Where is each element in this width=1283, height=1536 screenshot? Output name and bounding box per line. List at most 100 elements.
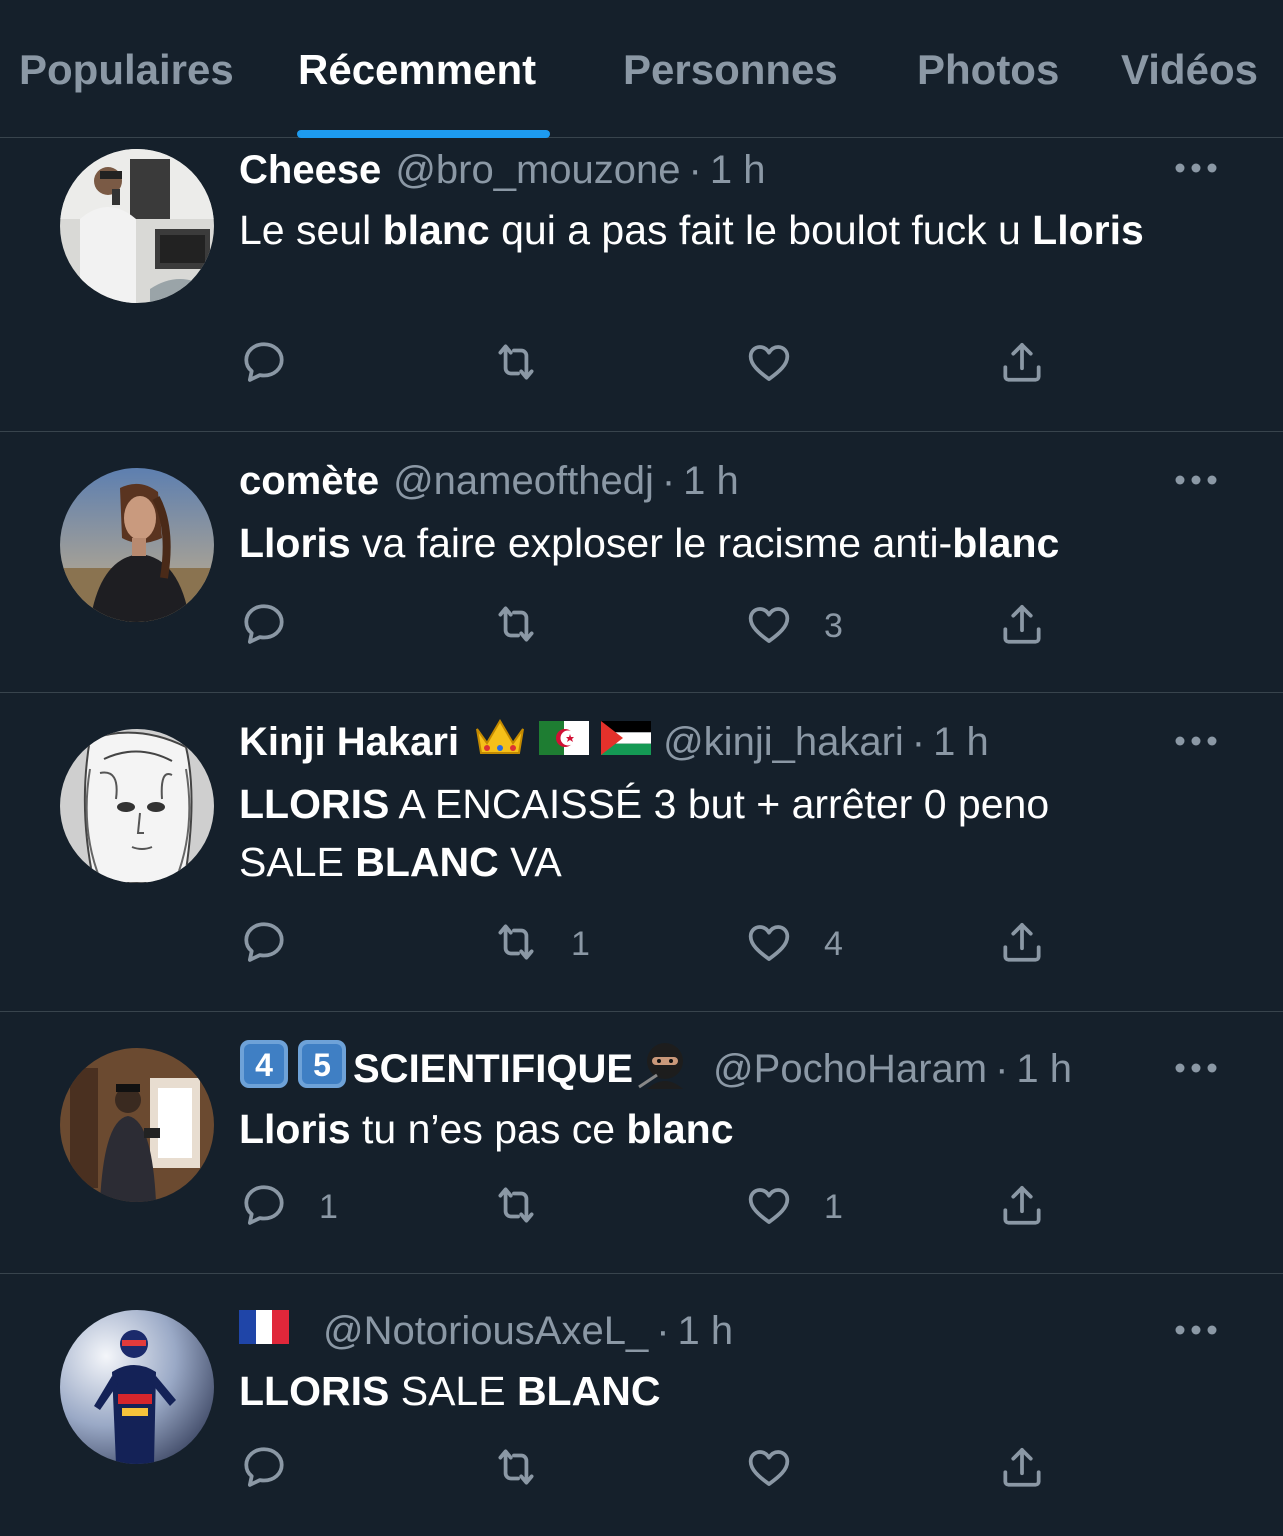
user-handle[interactable]: @PochoHaram (713, 1047, 987, 1092)
keycap-4-label: 4 (255, 1047, 273, 1083)
user-handle[interactable]: @NotoriousAxeL_ (323, 1309, 648, 1354)
like-button[interactable] (744, 1444, 824, 1494)
timestamp[interactable]: 1 h (1016, 1047, 1072, 1092)
retweet-button[interactable] (491, 1444, 571, 1494)
retweet-button[interactable] (491, 1182, 571, 1232)
timestamp[interactable]: 1 h (933, 720, 989, 765)
reply-button[interactable] (239, 339, 319, 389)
text-highlight: LLORIS (239, 1368, 390, 1414)
tweet-feed: Cheese @bro_mouzone · 1 h Le seul blanc … (0, 139, 1283, 1536)
reply-count: 1 (319, 1187, 338, 1226)
more-options-icon[interactable] (1173, 1320, 1219, 1340)
reply-button[interactable] (239, 601, 319, 651)
text-segment: qui a pas fait le boulot fuck u (489, 207, 1033, 253)
avatar[interactable] (60, 1048, 214, 1202)
more-options-icon[interactable] (1173, 158, 1219, 178)
text-highlight: Lloris (1032, 207, 1144, 253)
tweet[interactable]: Cheese @bro_mouzone · 1 h Le seul blanc … (0, 139, 1283, 432)
search-tab-bar: Populaires Récemment Personnes Photos Vi… (0, 0, 1283, 138)
share-icon (997, 599, 1047, 654)
retweet-button[interactable]: 1 (491, 919, 590, 969)
tweet[interactable]: Kinji Hakari @kinji_hakari · 1 h LLORIS … (0, 693, 1283, 1012)
timestamp[interactable]: 1 h (678, 1309, 734, 1354)
retweet-icon (491, 599, 541, 654)
tweet-header: comète @nameofthedj · 1 h (239, 456, 1223, 506)
tab-photos[interactable]: Photos (917, 46, 1059, 94)
user-handle[interactable]: @kinji_hakari (663, 720, 904, 765)
retweet-icon (491, 917, 541, 972)
share-icon (997, 917, 1047, 972)
text-segment: Le seul (239, 207, 383, 253)
timestamp[interactable]: 1 h (710, 148, 766, 193)
share-button[interactable] (997, 1182, 1047, 1232)
like-button[interactable] (744, 339, 824, 389)
like-button[interactable]: 3 (744, 601, 843, 651)
tweet[interactable]: 4 5 SCIENTIFIQUE @PochoHaram · 1 h Llori… (0, 1012, 1283, 1274)
tweet-actions: 3 (239, 601, 1139, 651)
like-button[interactable]: 1 (744, 1182, 843, 1232)
retweet-icon (491, 1442, 541, 1497)
text-segment: SALE (389, 1368, 517, 1414)
avatar[interactable] (60, 729, 214, 883)
share-button[interactable] (997, 601, 1047, 651)
retweet-button[interactable] (491, 339, 571, 389)
avatar[interactable] (60, 149, 214, 303)
reply-icon (239, 1442, 289, 1497)
keycap-4-icon: 4 (239, 1039, 289, 1099)
tweet-text: LLORIS A ENCAISSÉ 3 but + arrêter 0 peno… (239, 775, 1133, 891)
share-button[interactable] (997, 1444, 1047, 1494)
display-name[interactable]: comète (239, 459, 379, 504)
more-options-icon[interactable] (1173, 1058, 1219, 1078)
reply-icon (239, 1180, 289, 1235)
retweet-icon (491, 337, 541, 392)
tab-populaires[interactable]: Populaires (19, 46, 234, 94)
tweet-actions (239, 339, 1139, 389)
tweet[interactable]: @NotoriousAxeL_ · 1 h LLORIS SALE BLANC (0, 1274, 1283, 1536)
heart-icon (744, 337, 794, 392)
user-handle[interactable]: @nameofthedj (393, 459, 654, 504)
tab-videos[interactable]: Vidéos (1121, 46, 1258, 94)
share-icon (997, 1442, 1047, 1497)
retweet-count: 1 (571, 924, 590, 963)
tweet-text: LLORIS SALE BLANC (239, 1362, 1173, 1420)
tweet-header: Cheese @bro_mouzone · 1 h (239, 145, 1223, 195)
retweet-icon (491, 1180, 541, 1235)
like-button[interactable]: 4 (744, 919, 843, 969)
separator-dot: · (656, 1308, 670, 1353)
retweet-button[interactable] (491, 601, 571, 651)
display-name[interactable]: Cheese (239, 148, 381, 193)
more-options-icon[interactable] (1173, 731, 1219, 751)
share-icon (997, 337, 1047, 392)
tweet-text: Lloris va faire exploser le racisme anti… (239, 514, 1173, 572)
heart-icon (744, 1180, 794, 1235)
user-handle[interactable]: @bro_mouzone (395, 148, 680, 193)
reply-button[interactable] (239, 1444, 319, 1494)
text-highlight: LLORIS (239, 781, 390, 827)
avatar[interactable] (60, 1310, 214, 1464)
text-highlight: Lloris (239, 520, 351, 566)
separator-dot: · (688, 147, 702, 192)
more-options-icon[interactable] (1173, 470, 1219, 490)
avatar[interactable] (60, 468, 214, 622)
active-tab-indicator (297, 130, 550, 138)
tab-recemment[interactable]: Récemment (298, 46, 536, 94)
keycap-5-icon: 5 (297, 1039, 347, 1099)
tweet-actions: 1 4 (239, 919, 1139, 969)
keycap-5-label: 5 (313, 1047, 331, 1083)
reply-button[interactable] (239, 919, 319, 969)
tab-personnes[interactable]: Personnes (623, 46, 838, 94)
tweet-actions (239, 1444, 1139, 1494)
share-button[interactable] (997, 339, 1047, 389)
palestine-flag-icon (601, 720, 652, 765)
timestamp[interactable]: 1 h (683, 459, 739, 504)
tweet-header: Kinji Hakari @kinji_hakari · 1 h (239, 717, 1223, 767)
text-highlight: BLANC (516, 1368, 661, 1414)
share-button[interactable] (997, 919, 1047, 969)
display-name[interactable]: SCIENTIFIQUE (353, 1047, 633, 1092)
reply-button[interactable]: 1 (239, 1182, 338, 1232)
reply-icon (239, 599, 289, 654)
reply-icon (239, 337, 289, 392)
display-name[interactable]: Kinji Hakari (239, 720, 459, 765)
share-icon (997, 1180, 1047, 1235)
tweet[interactable]: comète @nameofthedj · 1 h Lloris va fair… (0, 432, 1283, 693)
